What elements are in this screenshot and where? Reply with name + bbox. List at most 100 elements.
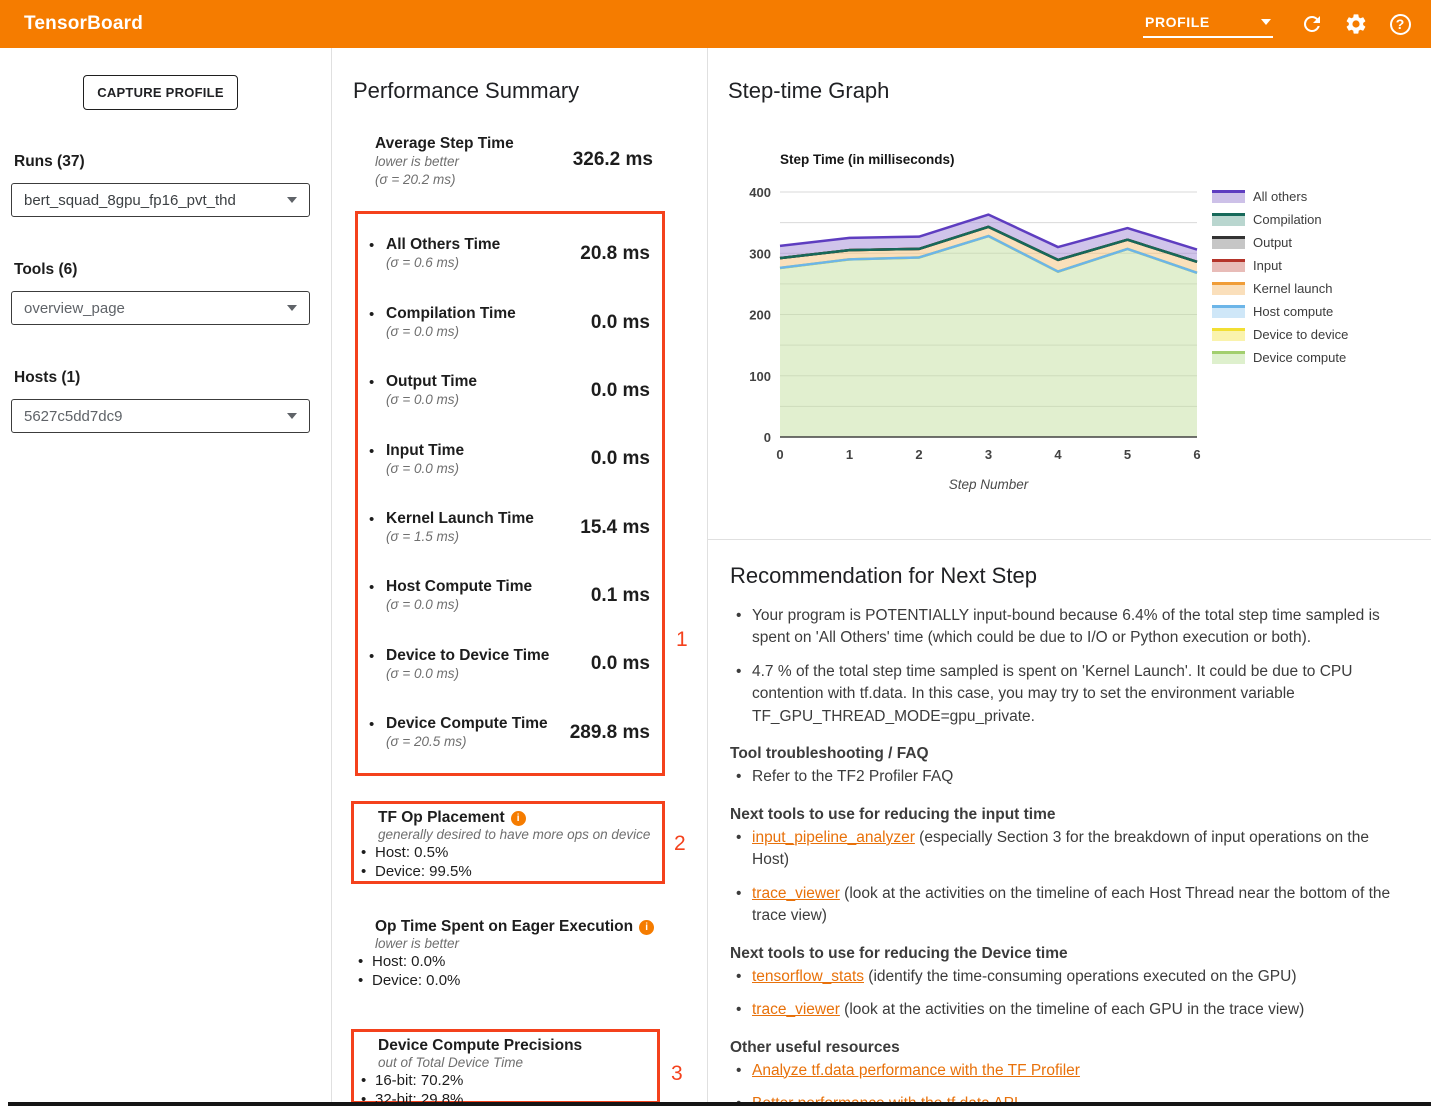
device-precisions-list: 16-bit: 70.2%32-bit: 29.8%	[354, 1071, 657, 1106]
legend-swatch-icon	[1212, 236, 1245, 249]
svg-text:3: 3	[985, 447, 992, 462]
recommendation-section-list: tensorflow_stats (identify the time-cons…	[730, 966, 1411, 1022]
chevron-down-icon	[287, 197, 297, 203]
breakdown-value: 0.0 ms	[591, 653, 650, 675]
bullet-icon: •	[369, 237, 374, 254]
stat-item: 16-bit: 70.2%	[354, 1071, 657, 1090]
tf-op-placement-box: TF Op Placement i generally desired to h…	[351, 801, 665, 884]
legend-row: Device to device	[1212, 327, 1348, 342]
stat-item: Host: 0.0%	[351, 952, 665, 971]
average-step-time: Average Step Time lower is better (σ = 2…	[375, 135, 653, 188]
bullet-icon: •	[369, 511, 374, 528]
stat-item: Device: 99.5%	[354, 862, 662, 881]
tool-link[interactable]: Analyze tf.data performance with the TF …	[752, 1062, 1080, 1079]
runs-select-value: bert_squad_8gpu_fp16_pvt_thd	[24, 192, 236, 209]
breakdown-row: •Output Time(σ = 0.0 ms)0.0 ms	[358, 373, 662, 409]
recommendation-section-heading: Other useful resources	[730, 1039, 1411, 1057]
help-button[interactable]: ?	[1385, 9, 1415, 39]
svg-text:100: 100	[749, 369, 771, 384]
recommendation-panel: Recommendation for Next Step Your progra…	[708, 539, 1425, 1106]
recommendation-sections: Tool troubleshooting / FAQRefer to the T…	[730, 745, 1411, 1106]
annotation-1: 1	[676, 628, 688, 652]
item-text: (identify the time-consuming operations …	[864, 968, 1297, 985]
tool-link[interactable]: tensorflow_stats	[752, 968, 864, 985]
dashboard-selector[interactable]: PROFILE	[1143, 10, 1273, 38]
stat-item: Host: 0.5%	[354, 843, 662, 862]
average-step-time-value: 326.2 ms	[573, 149, 653, 171]
app-title: TensorBoard	[24, 13, 143, 35]
info-icon[interactable]: i	[639, 920, 654, 935]
capture-profile-button[interactable]: CAPTURE PROFILE	[83, 75, 238, 110]
breakdown-row: •Device to Device Time(σ = 0.0 ms)0.0 ms	[358, 647, 662, 683]
tool-link[interactable]: trace_viewer	[752, 1001, 840, 1018]
breakdown-row: •Compilation Time(σ = 0.0 ms)0.0 ms	[358, 305, 662, 341]
svg-text:200: 200	[749, 308, 771, 323]
tools-select[interactable]: overview_page	[11, 291, 310, 325]
chevron-down-icon	[287, 413, 297, 419]
legend-row: Host compute	[1212, 304, 1348, 319]
tensorboard-app: TensorBoard PROFILE ? CAPTURE PROFILE Ru…	[0, 0, 1431, 1106]
svg-text:6: 6	[1193, 447, 1200, 462]
recommendation-section-list: Refer to the TF2 Profiler FAQ	[730, 766, 1411, 788]
item-text: (look at the activities on the timeline …	[840, 1001, 1304, 1018]
legend-label: Output	[1253, 235, 1292, 250]
tool-link[interactable]: trace_viewer	[752, 885, 840, 902]
help-icon: ?	[1390, 14, 1411, 35]
runs-group: Runs (37) bert_squad_8gpu_fp16_pvt_thd	[11, 153, 310, 217]
legend-swatch-icon	[1212, 282, 1245, 295]
bullet-icon: •	[369, 648, 374, 665]
hosts-select[interactable]: 5627c5dd7dc9	[11, 399, 310, 433]
legend-swatch-icon	[1212, 190, 1245, 203]
step-time-breakdown-box: •All Others Time(σ = 0.6 ms)20.8 ms •Comp…	[355, 211, 665, 776]
item-text: (look at the activities on the timeline …	[752, 885, 1390, 924]
svg-text:0: 0	[776, 447, 783, 462]
svg-text:Step Time (in milliseconds): Step Time (in milliseconds)	[780, 152, 955, 167]
legend-label: Input	[1253, 258, 1282, 273]
svg-text:400: 400	[749, 185, 771, 200]
tf-op-placement-sub: generally desired to have more ops on de…	[378, 827, 662, 842]
recommendation-section-heading: Next tools to use for reducing the Devic…	[730, 945, 1411, 963]
svg-text:1: 1	[846, 447, 853, 462]
hosts-select-value: 5627c5dd7dc9	[24, 408, 122, 425]
svg-text:2: 2	[915, 447, 922, 462]
app-header: TensorBoard PROFILE ?	[0, 0, 1431, 48]
recommendation-item: Refer to the TF2 Profiler FAQ	[730, 766, 1410, 788]
legend-swatch-icon	[1212, 351, 1245, 364]
performance-summary-title: Performance Summary	[353, 78, 579, 104]
hosts-group: Hosts (1) 5627c5dd7dc9	[11, 369, 310, 433]
breakdown-value: 0.0 ms	[591, 312, 650, 334]
legend-row: Kernel launch	[1212, 281, 1348, 296]
breakdown-row: •Device Compute Time(σ = 20.5 ms)289.8 m…	[358, 715, 662, 751]
breakdown-value: 289.8 ms	[570, 722, 650, 744]
breakdown-row: •Host Compute Time(σ = 0.0 ms)0.1 ms	[358, 578, 662, 614]
legend-label: Device compute	[1253, 350, 1346, 365]
legend-row: Input	[1212, 258, 1348, 273]
breakdown-row: •Kernel Launch Time(σ = 1.5 ms)15.4 ms	[358, 510, 662, 546]
legend-swatch-icon	[1212, 213, 1245, 226]
breakdown-value: 0.0 ms	[591, 448, 650, 470]
svg-text:5: 5	[1124, 447, 1131, 462]
eager-execution-block: Op Time Spent on Eager Execution i lower…	[351, 918, 665, 990]
tools-group: Tools (6) overview_page	[11, 261, 310, 325]
runs-select[interactable]: bert_squad_8gpu_fp16_pvt_thd	[11, 183, 310, 217]
tool-link[interactable]: input_pipeline_analyzer	[752, 829, 915, 846]
svg-text:Step Number: Step Number	[949, 477, 1029, 492]
breakdown-row: •All Others Time(σ = 0.6 ms)20.8 ms	[358, 236, 662, 272]
breakdown-value: 15.4 ms	[580, 517, 650, 539]
reload-button[interactable]	[1297, 9, 1327, 39]
legend-label: Host compute	[1253, 304, 1333, 319]
bullet-icon: •	[369, 579, 374, 596]
recommendation-bullet: Your program is POTENTIALLY input-bound …	[730, 605, 1410, 650]
step-time-graph-title: Step-time Graph	[728, 78, 889, 104]
average-step-time-sigma: (σ = 20.2 ms)	[375, 171, 653, 189]
hosts-label: Hosts (1)	[14, 369, 310, 387]
bullet-icon: •	[369, 716, 374, 733]
recommendation-item: trace_viewer (look at the activities on …	[730, 999, 1410, 1021]
settings-button[interactable]	[1341, 9, 1371, 39]
bullet-icon: •	[369, 374, 374, 391]
sidebar-divider	[331, 48, 332, 1106]
info-icon[interactable]: i	[511, 811, 526, 826]
recommendation-title: Recommendation for Next Step	[730, 563, 1411, 589]
recommendation-section-list: input_pipeline_analyzer (especially Sect…	[730, 827, 1411, 928]
breakdown-row: •Input Time(σ = 0.0 ms)0.0 ms	[358, 442, 662, 478]
